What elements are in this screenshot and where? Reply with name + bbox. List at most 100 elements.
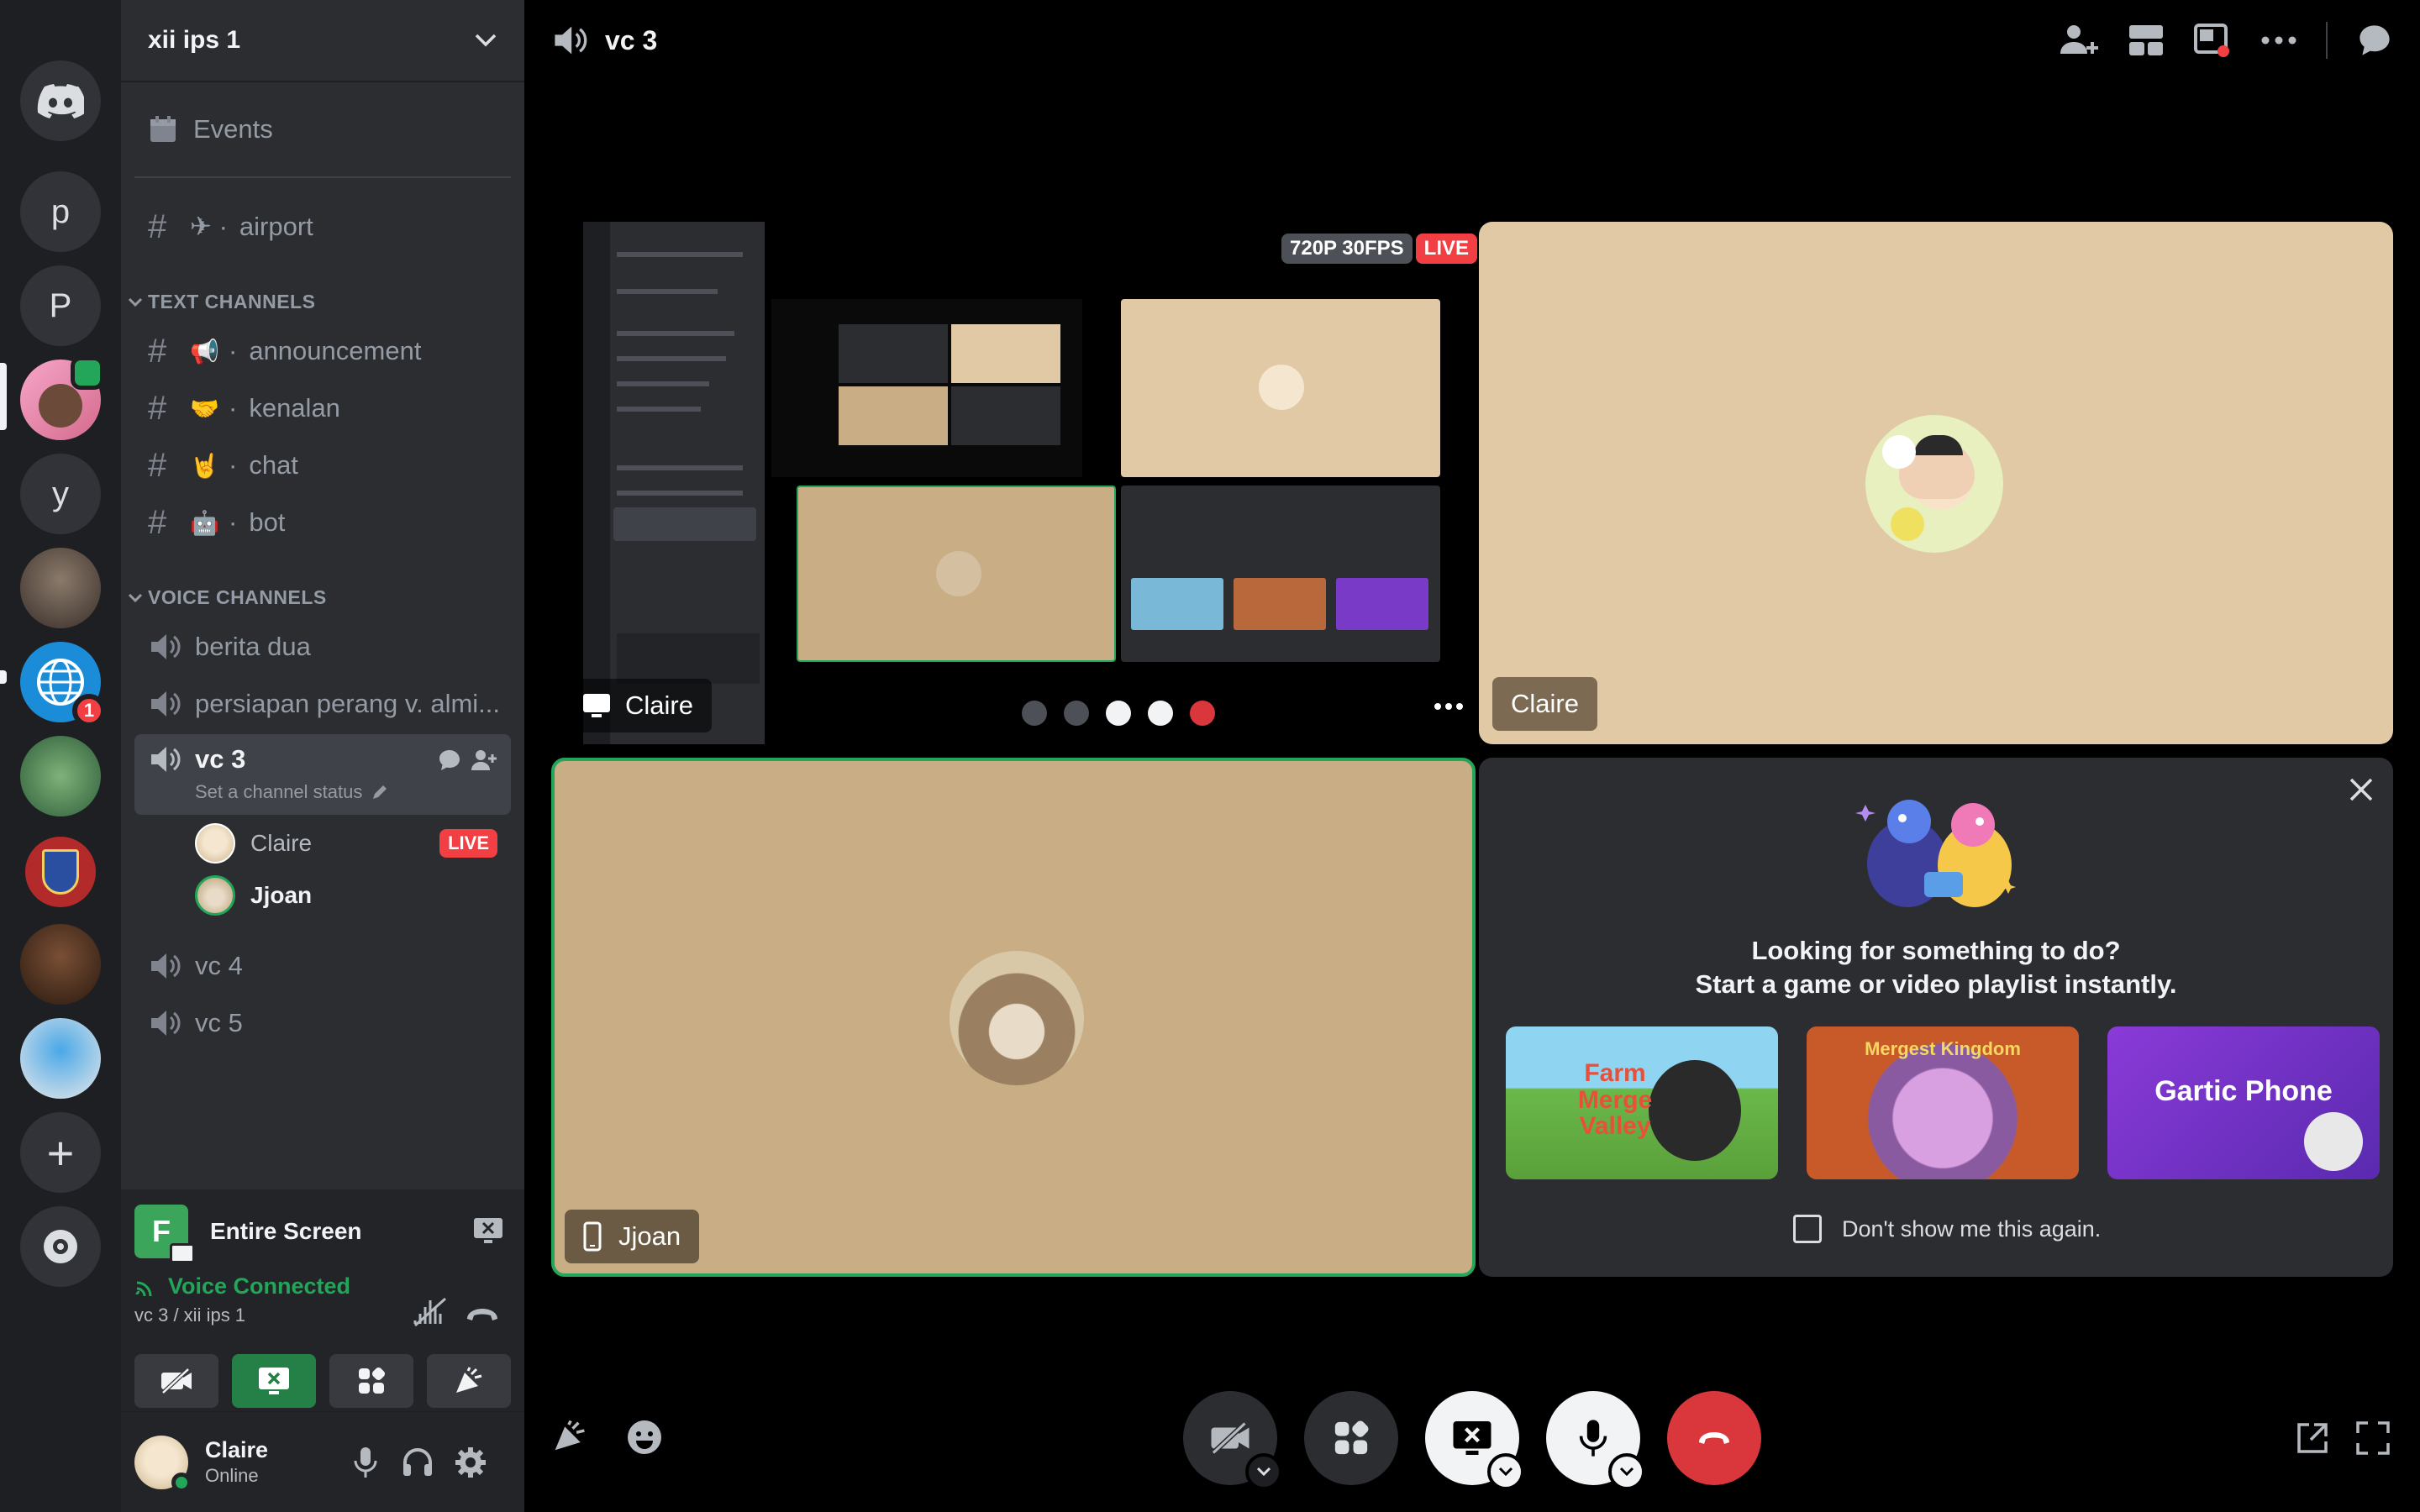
screen-share-indicator-icon — [71, 356, 104, 390]
microphone-toggle-button[interactable] — [1546, 1391, 1645, 1490]
server-header[interactable]: xii ips 1 — [121, 0, 524, 81]
member-name: Claire — [250, 830, 313, 856]
channel-name: vc 3 — [195, 744, 246, 774]
leave-call-button[interactable] — [1667, 1391, 1761, 1485]
voice-location[interactable]: vc 3 / xii ips 1 — [134, 1305, 350, 1326]
stop-stream-icon[interactable] — [472, 1216, 504, 1245]
stream-live-badge: LIVE — [1415, 234, 1477, 264]
soundboard-icon[interactable] — [551, 1418, 588, 1455]
game-card-gartic-phone[interactable]: Gartic Phone — [2107, 1026, 2380, 1179]
activity-suggestion-tile: Looking for something to do? Start a gam… — [1479, 758, 2393, 1277]
participant-tile-jjoan[interactable]: Jjoan — [551, 758, 1476, 1277]
channel-chat[interactable]: # 🤘 · chat — [134, 438, 511, 492]
game-title-art: Gartic Phone — [2154, 1075, 2333, 1107]
soundboard-button[interactable] — [427, 1354, 511, 1408]
screen-share-options-chevron[interactable] — [1487, 1453, 1524, 1490]
robot-icon: 🤖 — [190, 509, 219, 536]
game-card-farm-merge-valley[interactable]: Farm Merge Valley — [1506, 1026, 1778, 1179]
server-avatar-person[interactable] — [20, 924, 101, 1005]
channel-airport[interactable]: # ✈ · airport — [134, 200, 511, 254]
game-card-mergest-kingdom[interactable]: Mergest Kingdom — [1807, 1026, 2079, 1179]
layout-grid-icon[interactable] — [2128, 24, 2165, 57]
add-user-icon[interactable] — [471, 748, 497, 773]
stream-quality-badge: 720P 30FPS — [1281, 234, 1413, 264]
server-p-lower[interactable]: p — [20, 171, 101, 252]
headphones-icon[interactable] — [402, 1447, 434, 1478]
call-controls — [524, 1381, 2420, 1495]
dont-show-again-option[interactable]: Don't show me this again. — [1793, 1215, 2101, 1243]
screen-share-toggle-button[interactable] — [1425, 1391, 1524, 1490]
chat-bubble-icon[interactable] — [437, 748, 462, 773]
server-school-seal[interactable] — [20, 832, 101, 912]
noise-suppression-icon[interactable] — [412, 1295, 449, 1329]
screen-share-button[interactable] — [232, 1354, 316, 1408]
hang-up-icon — [1699, 1432, 1729, 1444]
channel-bot[interactable]: # 🤖 · bot — [134, 496, 511, 549]
voice-channel-vc4[interactable]: vc 4 — [134, 939, 511, 993]
server-avatar-monster[interactable] — [20, 736, 101, 816]
server-p-upper[interactable]: P — [20, 265, 101, 346]
camera-off-icon — [1211, 1421, 1249, 1455]
invite-user-icon[interactable] — [2059, 22, 2099, 59]
live-badge: LIVE — [439, 829, 497, 858]
voice-channel-vc5[interactable]: vc 5 — [134, 996, 511, 1050]
discord-home-button[interactable] — [20, 60, 101, 141]
text-channels-category[interactable]: TEXT CHANNELS — [128, 291, 315, 313]
server-avatar-pink[interactable] — [20, 356, 104, 440]
chevron-down-icon — [475, 34, 497, 47]
voice-channels-category[interactable]: VOICE CHANNELS — [128, 586, 327, 609]
popout-icon[interactable] — [2294, 1420, 2331, 1457]
channel-status-placeholder[interactable]: Set a channel status — [195, 781, 362, 803]
server-y[interactable]: y — [20, 454, 101, 534]
camera-off-button[interactable] — [134, 1354, 218, 1408]
username[interactable]: Claire — [205, 1437, 268, 1463]
server-globe[interactable]: 1 — [20, 642, 106, 727]
voice-channel-vc3[interactable]: vc 3 Set a channel status — [134, 734, 511, 815]
channel-kenalan[interactable]: # 🤝 · kenalan — [134, 381, 511, 435]
emoji-icon[interactable] — [625, 1418, 664, 1457]
voice-channel-persiapan[interactable]: persiapan perang v. almi... — [134, 677, 511, 731]
avatar — [950, 951, 1084, 1085]
screen-share-preview[interactable]: F Entire Screen — [134, 1201, 511, 1263]
voice-connected-label[interactable]: Voice Connected — [168, 1273, 350, 1299]
screen-share-icon — [259, 1368, 289, 1394]
chevron-down-icon — [1256, 1467, 1271, 1477]
hash-icon: # — [148, 503, 167, 541]
disconnect-icon[interactable] — [464, 1302, 501, 1327]
active-server-pill — [0, 363, 7, 430]
user-avatar[interactable] — [134, 1435, 192, 1493]
server-avatar-crowd[interactable] — [20, 548, 101, 628]
divider — [134, 176, 511, 178]
camera-options-chevron[interactable] — [1245, 1453, 1282, 1490]
microphone-icon — [1579, 1420, 1607, 1457]
activities-button[interactable] — [1304, 1391, 1398, 1485]
camera-toggle-button[interactable] — [1183, 1391, 1282, 1490]
fullscreen-icon[interactable] — [2354, 1420, 2391, 1457]
gear-icon[interactable] — [454, 1446, 487, 1479]
more-options-icon[interactable] — [1434, 702, 1464, 711]
mobile-phone-icon — [583, 1221, 602, 1252]
voice-member-jjoan[interactable]: Jjoan — [195, 870, 511, 921]
events-item[interactable]: Events — [134, 102, 511, 156]
voice-member-claire[interactable]: Claire LIVE — [195, 818, 511, 869]
microphone-options-chevron[interactable] — [1608, 1453, 1645, 1490]
megaphone-icon: 📢 — [190, 338, 219, 365]
microphone-icon[interactable] — [353, 1446, 378, 1479]
server-avatar-blue[interactable] — [20, 1018, 101, 1099]
pencil-icon[interactable] — [371, 783, 389, 801]
participant-tile-claire[interactable]: Claire — [1479, 222, 2393, 744]
popout-record-icon[interactable] — [2193, 23, 2232, 58]
hash-icon: # — [148, 389, 167, 427]
rocket-apps-icon — [359, 1367, 386, 1394]
close-icon[interactable] — [2348, 776, 2375, 803]
checkbox[interactable] — [1793, 1215, 1822, 1243]
channel-announcement[interactable]: # 📢 · announcement — [134, 324, 511, 378]
stream-tile-claire[interactable]: 720P 30FPS LIVE Claire — [551, 222, 1487, 744]
voice-channel-berita-dua[interactable]: berita dua — [134, 620, 511, 674]
explore-servers-button[interactable] — [20, 1206, 101, 1287]
add-server-button[interactable]: + — [20, 1112, 101, 1193]
chat-bubble-icon[interactable] — [2356, 22, 2393, 59]
more-options-icon[interactable] — [2260, 35, 2297, 45]
channel-name: kenalan — [249, 393, 340, 423]
activities-button[interactable] — [329, 1354, 413, 1408]
